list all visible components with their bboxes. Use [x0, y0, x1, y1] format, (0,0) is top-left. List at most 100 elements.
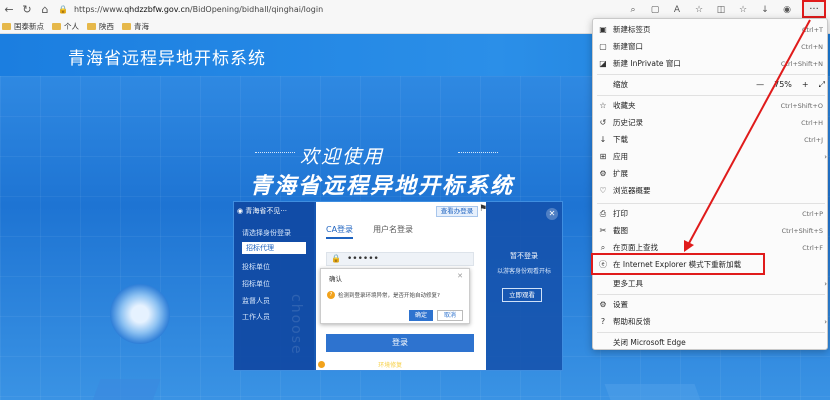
menu-item-history[interactable]: ↺ 历史记录 Ctrl+H [593, 114, 829, 131]
favorite-item[interactable]: 个人 [52, 21, 79, 32]
menu-item-settings[interactable]: ⚙ 设置 [593, 296, 829, 313]
building-illustration [604, 384, 706, 400]
menu-item-new-window[interactable]: ▢ 新建窗口 Ctrl+N [593, 38, 829, 55]
chevron-right-icon: › [824, 317, 827, 326]
choose-watermark: choose [288, 294, 304, 356]
refresh-icon[interactable]: ↻ [18, 1, 36, 19]
zoom-controls: — 75% + ⤢ [756, 80, 825, 90]
app-icon[interactable]: ▢ [648, 5, 662, 15]
home-icon[interactable]: ⌂ [36, 1, 54, 19]
collections-icon[interactable]: ☆ [736, 5, 750, 15]
role-item-agent[interactable]: 招标代理 [242, 242, 306, 254]
menu-item-browser-essentials[interactable]: ♡ 浏览器概要 [593, 182, 829, 199]
favorites-icon: ☆ [599, 101, 607, 110]
site-title: 青海省远程异地开标系统 [68, 49, 266, 69]
guest-title: 暂不登录 [510, 252, 538, 260]
question-icon: ? [327, 291, 335, 299]
menu-separator [597, 74, 825, 75]
url-domain: qhdzzbfw.gov.cn [124, 5, 190, 14]
dialog-message: ? 检测到登录环境异常，是否开始自动修复? [327, 291, 440, 299]
folder-icon [122, 22, 131, 30]
biz-login-button[interactable]: 查看办登录 [436, 206, 478, 217]
role-item-bidder[interactable]: 投标单位 [242, 262, 306, 272]
apps-icon: ⊞ [599, 152, 607, 161]
zoom-level: 75% [774, 80, 792, 89]
toolbar-icons: ⌕ ▢ A ☆ ◫ ☆ ↓ ◉ [626, 0, 794, 19]
url-field[interactable]: 🔒 https://www. qhdzzbfw.gov.cn/BidOpening… [58, 2, 323, 18]
search-icon[interactable]: ⌕ [626, 5, 640, 15]
menu-item-help[interactable]: ? 帮助和反馈 › [593, 313, 829, 330]
menu-item-new-tab[interactable]: ▣ 新建标签页 Ctrl+T [593, 21, 829, 38]
fullscreen-icon[interactable]: ⤢ [819, 80, 825, 90]
lock-icon: 🔒 [331, 254, 341, 263]
back-icon[interactable]: ← [0, 1, 18, 19]
favorite-item[interactable]: 青海 [122, 21, 149, 32]
menu-item-apps[interactable]: ⊞ 应用 › [593, 148, 829, 165]
cannot-login-hint: 无法登录? 请点击 环境修复 [318, 360, 418, 369]
target-illustration [110, 284, 170, 344]
find-icon: ⌕ [600, 242, 606, 252]
extensions-icon: ⚙ [599, 169, 607, 178]
welcome-text: 欢迎使用 [300, 146, 385, 168]
warning-icon [318, 361, 325, 368]
building-illustration [89, 379, 161, 400]
profile-icon[interactable]: ◉ [780, 5, 794, 15]
inprivate-icon: ◪ [599, 59, 607, 68]
menu-item-close-edge[interactable]: 关闭 Microsoft Edge [593, 334, 829, 351]
settings-icon: ⚙ [599, 300, 607, 309]
dialog-close-icon[interactable]: ✕ [457, 272, 463, 280]
favorite-item[interactable]: 陕西 [87, 21, 114, 32]
login-tabs: CA登录 用户名登录 [326, 224, 413, 239]
menu-separator [597, 95, 825, 96]
ie-mode-highlight [591, 253, 765, 275]
dialog-ok-button[interactable]: 确定 [409, 310, 433, 321]
download-toolbar-icon[interactable]: ↓ [758, 5, 772, 15]
folder-icon [52, 22, 61, 30]
menu-item-print[interactable]: ⎙ 打印 Ctrl+P [593, 205, 829, 222]
favorite-item[interactable]: 国泰新点 [2, 21, 44, 32]
menu-item-screenshot[interactable]: ✂ 截图 Ctrl+Shift+S [593, 222, 829, 239]
folder-icon [2, 22, 11, 30]
close-icon[interactable]: ✕ [546, 208, 558, 220]
tab-username-login[interactable]: 用户名登录 [373, 224, 413, 239]
role-item-tenderer[interactable]: 招标单位 [242, 279, 306, 289]
history-icon: ↺ [599, 118, 607, 127]
menu-item-favorites[interactable]: ☆ 收藏夹 Ctrl+Shift+O [593, 97, 829, 114]
address-bar: ← ↻ ⌂ 🔒 https://www. qhdzzbfw.gov.cn/BidO… [0, 0, 830, 19]
menu-item-extensions[interactable]: ⚙ 扩展 [593, 165, 829, 182]
guest-subtitle: 以游客身份观看开标 [496, 268, 551, 275]
favorite-star-icon[interactable]: ☆ [692, 5, 706, 15]
tab-ca-login[interactable]: CA登录 [326, 224, 354, 239]
split-screen-icon[interactable]: ◫ [714, 5, 728, 15]
role-sidebar: ◉ 青海省不见··· 请选择身份登录 招标代理 投标单位 招标单位 监督人员 工… [234, 202, 314, 370]
location-selector[interactable]: ◉ 青海省不见··· [237, 206, 287, 216]
zoom-in-button[interactable]: + [802, 80, 809, 89]
menu-separator [597, 294, 825, 295]
role-caption: 请选择身份登录 [242, 229, 291, 237]
read-aloud-icon[interactable]: A [670, 5, 684, 15]
menu-item-more-tools[interactable]: 更多工具 › [593, 275, 829, 292]
print-icon: ⎙ [599, 208, 607, 218]
welcome-dots-right [458, 152, 498, 153]
password-field[interactable]: 🔒 •••••• [326, 252, 474, 266]
guest-panel: ✕ 暂不登录 以游客身份观看开标 立即观看 [486, 202, 562, 370]
download-icon: ↓ [599, 135, 607, 144]
menu-item-zoom: 缩放 — 75% + ⤢ [613, 79, 825, 90]
menu-item-downloads[interactable]: ↓ 下载 Ctrl+J [593, 131, 829, 148]
browser-essentials-icon: ♡ [599, 186, 607, 195]
dialog-cancel-button[interactable]: 取消 [437, 310, 463, 321]
zoom-out-button[interactable]: — [756, 80, 764, 89]
url-path: /BidOpening/bidhall/qinghai/login [189, 5, 324, 14]
screenshot-icon: ✂ [599, 226, 607, 235]
folder-icon [87, 22, 96, 30]
settings-menu-button[interactable]: ··· [802, 0, 826, 18]
menu-item-inprivate[interactable]: ◪ 新建 InPrivate 窗口 Ctrl+Shift+N [593, 55, 829, 72]
menu-separator [597, 332, 825, 333]
watch-now-button[interactable]: 立即观看 [502, 288, 542, 302]
login-button[interactable]: 登录 [326, 334, 474, 352]
welcome-dots-left [255, 152, 295, 153]
help-icon: ? [600, 317, 606, 326]
lock-icon: 🔒 [58, 5, 68, 14]
env-repair-link[interactable]: 环境修复 [378, 360, 402, 369]
dialog-title: 确认 [329, 275, 342, 283]
